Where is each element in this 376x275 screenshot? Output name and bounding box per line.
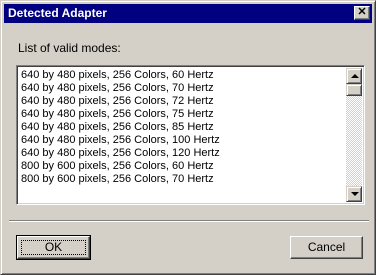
vertical-scrollbar[interactable] xyxy=(346,68,362,202)
window-title: Detected Adapter xyxy=(8,6,107,20)
modes-list: 640 by 480 pixels, 256 Colors, 60 Hertz 6… xyxy=(21,69,345,186)
arrow-up-icon xyxy=(351,74,359,78)
modes-listbox[interactable]: 640 by 480 pixels, 256 Colors, 60 Hertz 6… xyxy=(16,65,365,205)
scroll-down-button[interactable] xyxy=(346,186,362,202)
cancel-button[interactable]: Cancel xyxy=(290,236,363,259)
list-item[interactable]: 640 by 480 pixels, 256 Colors, 70 Hertz xyxy=(21,82,345,95)
list-item[interactable]: 640 by 480 pixels, 256 Colors, 120 Hertz xyxy=(21,147,345,160)
list-item[interactable]: 640 by 480 pixels, 256 Colors, 72 Hertz xyxy=(21,95,345,108)
scroll-up-button[interactable] xyxy=(346,68,362,84)
modes-list-label: List of valid modes: xyxy=(18,41,121,55)
separator xyxy=(9,220,369,222)
scroll-thumb[interactable] xyxy=(346,84,362,96)
close-icon: ✕ xyxy=(357,6,367,18)
detected-adapter-dialog: Detected Adapter ✕ List of valid modes: … xyxy=(0,0,376,275)
close-button[interactable]: ✕ xyxy=(354,6,370,20)
list-item[interactable]: 640 by 480 pixels, 256 Colors, 75 Hertz xyxy=(21,108,345,121)
list-item[interactable]: 640 by 480 pixels, 256 Colors, 100 Hertz xyxy=(21,134,345,147)
list-item[interactable]: 640 by 480 pixels, 256 Colors, 85 Hertz xyxy=(21,121,345,134)
cancel-button-label: Cancel xyxy=(307,240,346,254)
arrow-down-icon xyxy=(351,192,359,196)
ok-button[interactable]: OK xyxy=(16,235,91,260)
ok-button-label: OK xyxy=(44,240,63,254)
list-item[interactable]: 640 by 480 pixels, 256 Colors, 60 Hertz xyxy=(21,69,345,82)
list-item[interactable]: 800 by 600 pixels, 256 Colors, 60 Hertz xyxy=(21,160,345,173)
title-bar[interactable]: Detected Adapter ✕ xyxy=(4,4,372,23)
list-item[interactable]: 800 by 600 pixels, 256 Colors, 70 Hertz xyxy=(21,173,345,186)
